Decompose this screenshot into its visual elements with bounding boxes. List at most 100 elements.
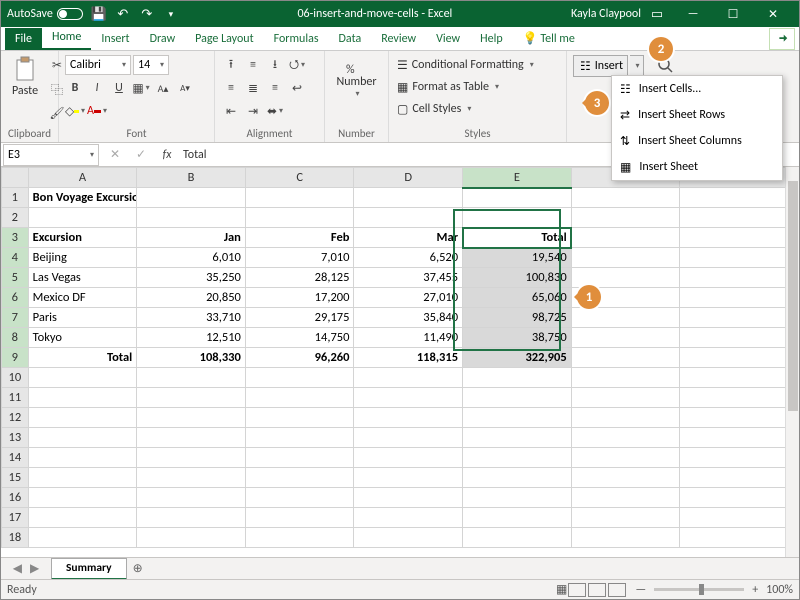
- row-8[interactable]: 8Tokyo12,51014,75011,49038,750: [2, 328, 789, 348]
- shrink-font-button[interactable]: A▾: [175, 78, 195, 98]
- cell-A5[interactable]: Las Vegas: [28, 268, 137, 288]
- new-sheet-button[interactable]: ⊕: [127, 558, 149, 580]
- cell-A4[interactable]: Beijing: [28, 248, 137, 268]
- cell-D6[interactable]: 27,010: [354, 288, 463, 308]
- menu-insert-sheet[interactable]: ▦Insert Sheet: [612, 154, 782, 180]
- row-9[interactable]: 9Total108,33096,260118,315322,905: [2, 348, 789, 368]
- tab-insert[interactable]: Insert: [91, 28, 139, 50]
- cell-A9[interactable]: Total: [28, 348, 137, 368]
- formula-value[interactable]: Total: [183, 148, 206, 162]
- align-left-icon[interactable]: ≡: [221, 78, 241, 98]
- bold-button[interactable]: B: [65, 78, 85, 98]
- cell-C9[interactable]: 96,260: [245, 348, 354, 368]
- tab-formulas[interactable]: Formulas: [264, 28, 329, 50]
- view-page-icon[interactable]: [588, 583, 606, 597]
- save-icon[interactable]: 💾: [91, 6, 107, 22]
- font-color-button[interactable]: A▾: [87, 101, 107, 121]
- tab-draw[interactable]: Draw: [140, 28, 186, 50]
- cell-B7[interactable]: 33,710: [137, 308, 246, 328]
- conditional-formatting-button[interactable]: ☰Conditional Formatting▾: [395, 55, 536, 75]
- cell-A3[interactable]: Excursion: [28, 228, 137, 248]
- cell-D7[interactable]: 35,840: [354, 308, 463, 328]
- fill-color-button[interactable]: ◇▾: [65, 101, 85, 121]
- row-2[interactable]: 2: [2, 208, 789, 228]
- tab-view[interactable]: View: [426, 28, 470, 50]
- tab-file[interactable]: File: [5, 28, 42, 50]
- align-right-icon[interactable]: ≡: [265, 78, 285, 98]
- cell-A6[interactable]: Mexico DF: [28, 288, 137, 308]
- tab-data[interactable]: Data: [329, 28, 372, 50]
- number-format-button[interactable]: % Number ▾: [339, 55, 375, 99]
- increase-indent-icon[interactable]: ⇥: [243, 101, 263, 121]
- undo-icon[interactable]: ↶: [115, 6, 131, 22]
- row-5[interactable]: 5Las Vegas35,25028,12537,455100,830: [2, 268, 789, 288]
- merge-icon[interactable]: ⬌▾: [265, 101, 285, 121]
- col-C[interactable]: C: [245, 168, 354, 188]
- minimize-button[interactable]: —: [673, 2, 713, 26]
- row-13[interactable]: 13: [2, 428, 789, 448]
- col-A[interactable]: A: [28, 168, 137, 188]
- zoom-slider[interactable]: [654, 588, 744, 591]
- menu-insert-rows[interactable]: ⇄Insert Sheet Rows: [612, 102, 782, 128]
- cell-C8[interactable]: 14,750: [245, 328, 354, 348]
- tab-review[interactable]: Review: [371, 28, 426, 50]
- autosave-toggle[interactable]: AutoSave: [7, 7, 83, 21]
- cell-A1[interactable]: Bon Voyage Excursions: [28, 188, 137, 208]
- maximize-button[interactable]: ☐: [713, 2, 753, 26]
- display-settings-icon[interactable]: ▦: [556, 582, 567, 597]
- ribbon-options-icon[interactable]: ▭: [649, 6, 665, 22]
- cell-D5[interactable]: 37,455: [354, 268, 463, 288]
- prev-sheet-icon[interactable]: ◀: [13, 561, 22, 576]
- cell-B9[interactable]: 108,330: [137, 348, 246, 368]
- zoom-level[interactable]: 100%: [766, 583, 793, 597]
- align-top-icon[interactable]: ⭱: [221, 55, 241, 75]
- cell-E3[interactable]: Total: [463, 228, 572, 248]
- sheet-tab-summary[interactable]: Summary: [51, 558, 127, 580]
- grow-font-button[interactable]: A▴: [153, 78, 173, 98]
- tab-help[interactable]: Help: [470, 28, 513, 50]
- row-18[interactable]: 18: [2, 528, 789, 548]
- cell-A7[interactable]: Paris: [28, 308, 137, 328]
- row-15[interactable]: 15: [2, 468, 789, 488]
- scroll-thumb[interactable]: [788, 181, 798, 411]
- orientation-icon[interactable]: ⭯▾: [287, 55, 307, 75]
- align-center-icon[interactable]: ≣: [243, 78, 263, 98]
- row-14[interactable]: 14: [2, 448, 789, 468]
- cell-styles-button[interactable]: ▢Cell Styles▾: [395, 99, 473, 119]
- cell-E7[interactable]: 98,725: [463, 308, 572, 328]
- cell-E6[interactable]: 65,060: [463, 288, 572, 308]
- insert-cells-button[interactable]: ☷ Insert: [573, 55, 628, 77]
- cell-C6[interactable]: 17,200: [245, 288, 354, 308]
- row-6[interactable]: 6Mexico DF20,85017,20027,01065,060: [2, 288, 789, 308]
- cell-E5[interactable]: 100,830: [463, 268, 572, 288]
- fx-icon[interactable]: fx: [157, 145, 177, 165]
- italic-button[interactable]: I: [87, 78, 107, 98]
- cell-D8[interactable]: 11,490: [354, 328, 463, 348]
- select-all-corner[interactable]: [2, 168, 29, 188]
- insert-dropdown-button[interactable]: ▾: [630, 55, 644, 77]
- cancel-formula-icon[interactable]: ✕: [105, 145, 125, 165]
- align-bottom-icon[interactable]: ⭳: [265, 55, 285, 75]
- row-16[interactable]: 16: [2, 488, 789, 508]
- tab-tell-me[interactable]: 💡 Tell me: [513, 27, 585, 50]
- tab-home[interactable]: Home: [42, 26, 91, 50]
- cell-C7[interactable]: 29,175: [245, 308, 354, 328]
- wrap-text-icon[interactable]: ↩: [287, 78, 307, 98]
- qat-more-icon[interactable]: ▾: [163, 6, 179, 22]
- redo-icon[interactable]: ↷: [139, 6, 155, 22]
- cell-B5[interactable]: 35,250: [137, 268, 246, 288]
- cell-B3[interactable]: Jan: [137, 228, 246, 248]
- zoom-in-button[interactable]: +: [752, 583, 758, 597]
- cell-D9[interactable]: 118,315: [354, 348, 463, 368]
- row-3[interactable]: 3ExcursionJanFebMarTotal: [2, 228, 789, 248]
- row-17[interactable]: 17: [2, 508, 789, 528]
- cell-E9[interactable]: 322,905: [463, 348, 572, 368]
- cell-B6[interactable]: 20,850: [137, 288, 246, 308]
- cell-B8[interactable]: 12,510: [137, 328, 246, 348]
- view-break-icon[interactable]: [608, 583, 626, 597]
- row-12[interactable]: 12: [2, 408, 789, 428]
- row-11[interactable]: 11: [2, 388, 789, 408]
- col-B[interactable]: B: [137, 168, 246, 188]
- font-size-select[interactable]: 14▾: [133, 55, 169, 75]
- cell-C5[interactable]: 28,125: [245, 268, 354, 288]
